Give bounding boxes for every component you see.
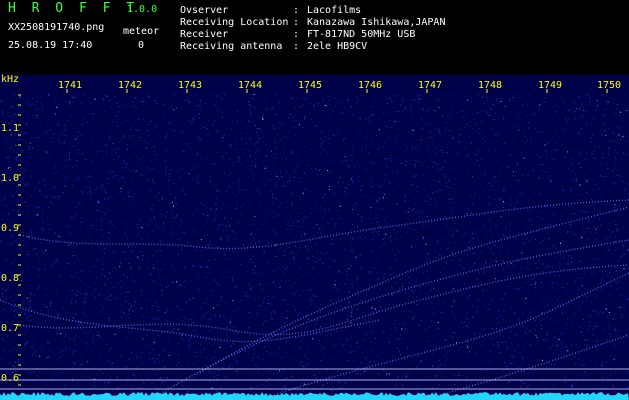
time-tick-label: 1744	[238, 80, 263, 91]
info-label-antenna: Receiving antenna	[180, 41, 283, 52]
time-tick-label: 1746	[358, 80, 383, 91]
time-tick-label: 1748	[478, 80, 503, 91]
file-name: XX2508191740.png	[8, 22, 105, 33]
freq-tick-label: 1.0	[1, 173, 20, 184]
info-sep-observer: :	[293, 5, 300, 16]
info-sep-receiver: :	[293, 29, 300, 40]
time-tick-label: 1745	[298, 80, 323, 91]
app-version: 1.0.0	[127, 4, 158, 15]
info-value-antenna: 2ele HB9CV	[307, 41, 368, 52]
app-name: H R O F F T	[8, 1, 139, 16]
info-label-location: Receiving Location	[180, 17, 289, 28]
info-value-observer: Lacofilms	[307, 5, 362, 16]
time-tick-label: 1750	[597, 80, 622, 91]
info-value-location: Kanazawa Ishikawa,JAPAN	[307, 17, 446, 28]
freq-tick-label: 1.1	[1, 123, 20, 134]
info-value-receiver: FT-817ND 50MHz USB	[307, 29, 416, 40]
info-sep-antenna: :	[293, 41, 300, 52]
info-label-observer: Ovserver	[180, 5, 229, 16]
freq-tick-label: 0.9	[1, 223, 20, 234]
date-time: 25.08.19 17:40	[8, 40, 93, 51]
meteor-count: 0	[138, 40, 145, 51]
time-tick-label: 1747	[418, 80, 443, 91]
info-sep-location: :	[293, 17, 300, 28]
header-panel: H R O F F T 1.0.0 XX2508191740.png meteo…	[0, 0, 629, 75]
info-label-receiver: Receiver	[180, 29, 229, 40]
freq-unit-label: kHz	[1, 74, 20, 85]
freq-tick-label: 0.7	[1, 323, 20, 334]
freq-tick-label: 0.6	[1, 373, 20, 384]
meteor-label: meteor	[123, 26, 160, 37]
time-tick-label: 1741	[58, 80, 83, 91]
spectrogram-canvas	[0, 75, 629, 400]
time-tick-label: 1742	[118, 80, 143, 91]
freq-tick-label: 0.8	[1, 273, 20, 284]
time-tick-label: 1749	[538, 80, 563, 91]
time-tick-label: 1743	[178, 80, 203, 91]
